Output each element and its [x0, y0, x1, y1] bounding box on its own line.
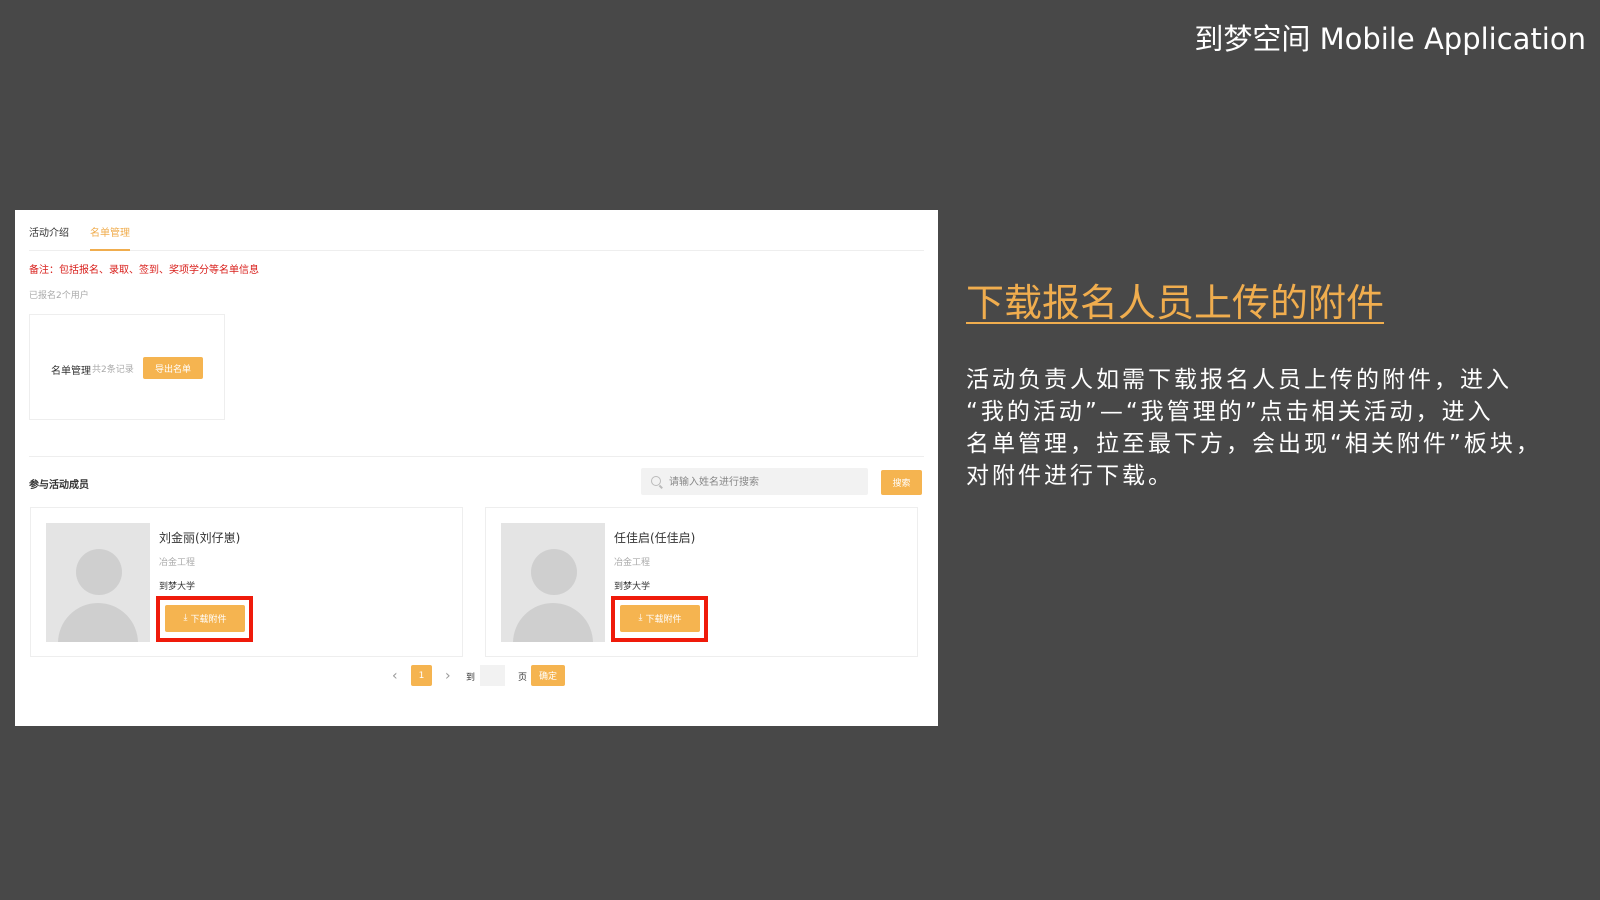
- search-input[interactable]: [667, 468, 866, 497]
- download-label: 下载附件: [190, 615, 227, 625]
- instruction-text: 活动负责人如需下载报名人员上传的附件，进入 “我的活动”—“我管理的”点击相关活…: [966, 364, 1586, 492]
- instruction-line: 名单管理，拉至最下方，会出现“相关附件”板块，: [966, 431, 1542, 457]
- member-major: 冶金工程: [614, 558, 651, 568]
- chevron-left-icon[interactable]: ‹: [392, 668, 398, 684]
- download-highlight-box: ⤓ 下载附件: [156, 596, 253, 642]
- section-divider: [29, 456, 924, 457]
- roster-note: 备注：包括报名、录取、签到、奖项学分等名单信息: [29, 265, 259, 276]
- instruction-line: 活动负责人如需下载报名人员上传的附件，进入: [966, 367, 1512, 393]
- tab-activity-intro[interactable]: 活动介绍: [29, 224, 69, 249]
- tab-roster-management[interactable]: 名单管理: [90, 224, 130, 251]
- member-school: 到梦大学: [159, 582, 196, 592]
- download-highlight-box: ⤓ 下载附件: [611, 596, 708, 642]
- avatar-placeholder-icon: [501, 523, 605, 642]
- export-roster-button[interactable]: 导出名单: [143, 357, 203, 379]
- record-count: 共2条记录: [92, 365, 134, 375]
- roster-management-card: 名单管理 共2条记录 导出名单: [29, 314, 225, 420]
- member-card: 任佳启(任佳启) 冶金工程 到梦大学 ⤓ 下载附件: [485, 507, 918, 657]
- confirm-page-button[interactable]: 确定: [531, 665, 565, 686]
- member-name: 刘金丽(刘仔崽): [159, 531, 241, 545]
- goto-label: 到: [466, 673, 476, 683]
- avatar-placeholder-icon: [46, 523, 150, 642]
- member-name: 任佳启(任佳启): [614, 531, 696, 545]
- download-icon: ⤓: [183, 613, 188, 623]
- search-box[interactable]: [641, 468, 868, 497]
- page-label: 页: [518, 673, 528, 683]
- download-attachment-button[interactable]: ⤓ 下载附件: [620, 605, 700, 632]
- search-icon: [651, 476, 661, 486]
- pagination: ‹ 1 › 到 页 确定: [15, 665, 938, 689]
- download-label: 下载附件: [645, 615, 682, 625]
- registered-count: 已报名2个用户: [29, 291, 89, 301]
- member-major: 冶金工程: [159, 558, 196, 568]
- roster-management-label: 名单管理: [51, 366, 91, 377]
- members-section-label: 参与活动成员: [29, 480, 89, 491]
- slide-title: 到梦空间 Mobile Application: [1194, 22, 1586, 56]
- download-attachment-button[interactable]: ⤓ 下载附件: [165, 605, 245, 632]
- download-icon: ⤓: [638, 613, 643, 623]
- member-card: 刘金丽(刘仔崽) 冶金工程 到梦大学 ⤓ 下载附件: [30, 507, 463, 657]
- app-screenshot: 活动介绍 名单管理 备注：包括报名、录取、签到、奖项学分等名单信息 已报名2个用…: [15, 210, 938, 726]
- search-button[interactable]: 搜索: [881, 470, 922, 495]
- chevron-right-icon[interactable]: ›: [445, 668, 451, 684]
- goto-page-input[interactable]: [480, 665, 505, 686]
- instruction-line: “我的活动”—“我管理的”点击相关活动，进入: [966, 399, 1494, 425]
- section-heading: 下载报名人员上传的附件: [966, 281, 1385, 325]
- page-number-current[interactable]: 1: [411, 665, 432, 686]
- tab-bar: 活动介绍 名单管理: [29, 210, 924, 251]
- member-school: 到梦大学: [614, 582, 651, 592]
- instruction-line: 对附件进行下载。: [966, 463, 1174, 489]
